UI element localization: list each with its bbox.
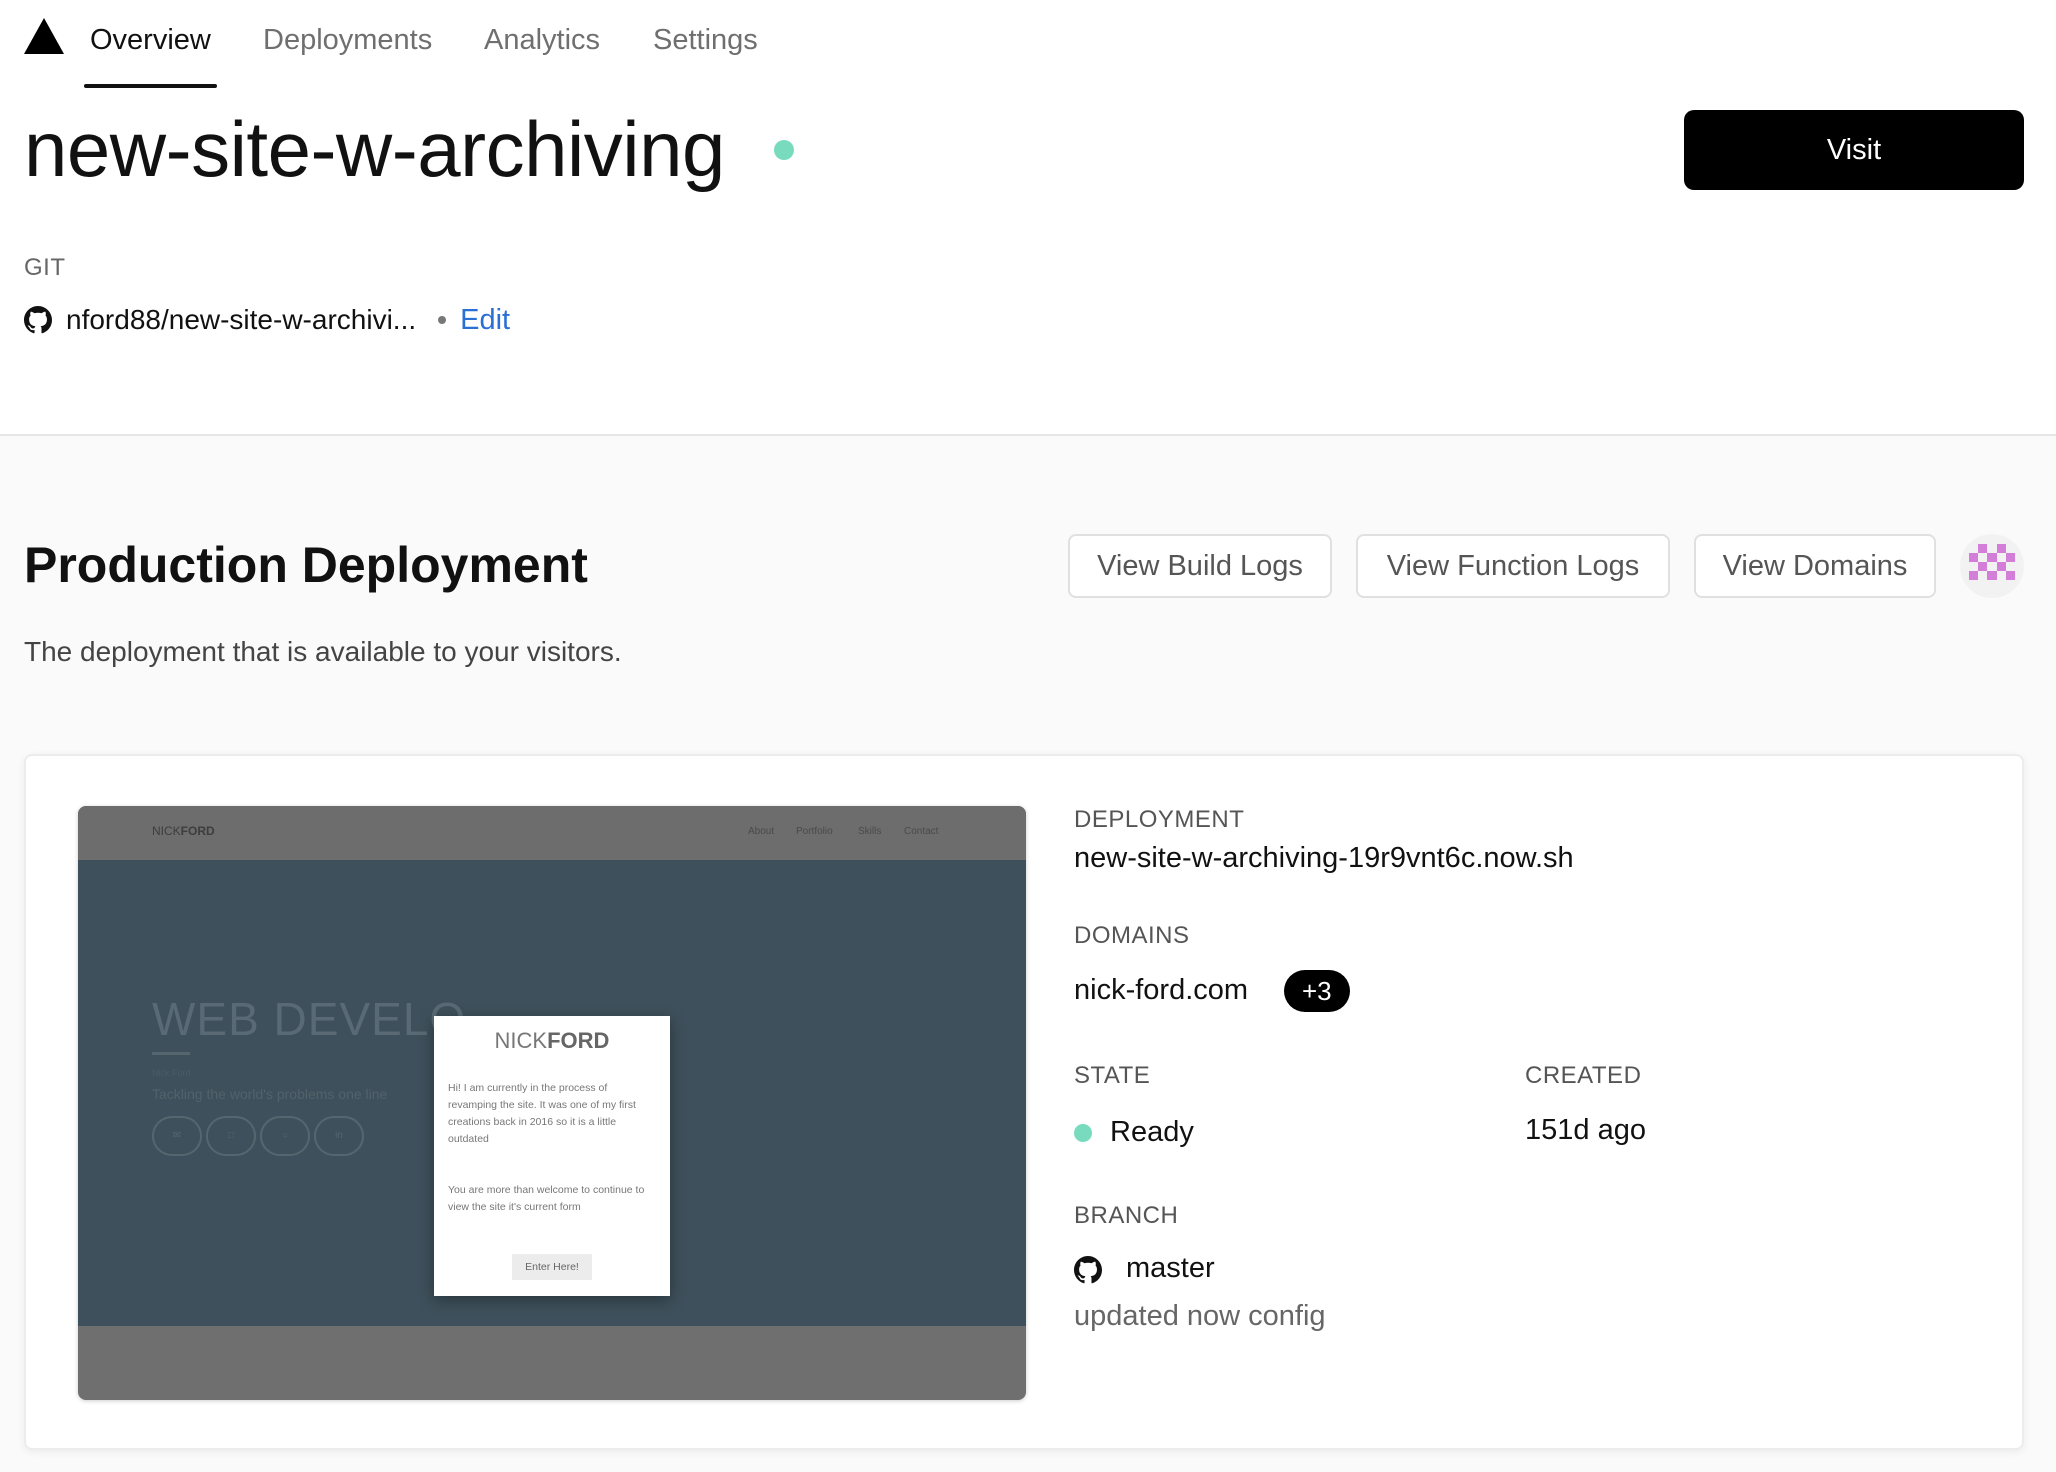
project-header: new-site-w-archiving Visit GIT nford88/n…: [0, 88, 2056, 436]
preview-nav-link: Contact: [904, 826, 939, 837]
preview-doc-icon: □: [206, 1116, 256, 1156]
git-label: GIT: [24, 254, 66, 281]
preview-brand: NICKFORD: [152, 824, 215, 838]
preview-navbar: NICKFORD About Portfolio Skills Contact: [78, 806, 1026, 860]
deployment-url-link[interactable]: new-site-w-archiving-19r9vnt6c.now.sh: [1074, 842, 1574, 875]
preview-modal-button: Enter Here!: [512, 1254, 592, 1280]
domain-link[interactable]: nick-ford.com: [1074, 974, 1248, 1007]
preview-nav-link: Portfolio: [796, 826, 833, 837]
preview-modal-title: NICKFORD: [494, 1028, 610, 1053]
preview-nav-link: Skills: [858, 826, 882, 837]
created-value: 151d ago: [1525, 1114, 1646, 1146]
deployment-label: DEPLOYMENT: [1074, 806, 1245, 833]
user-avatar[interactable]: [1960, 534, 2024, 598]
vercel-logo-icon[interactable]: [24, 18, 64, 54]
tab-settings[interactable]: Settings: [653, 0, 758, 88]
production-deployment-card: NICKFORD About Portfolio Skills Contact …: [24, 754, 2024, 1450]
preview-mail-icon: ✉: [152, 1116, 202, 1156]
preview-modal-text: Hi! I am currently in the process of rev…: [448, 1082, 636, 1145]
state-value: Ready: [1110, 1116, 1194, 1148]
git-repo-row: nford88/new-site-w-archivi... Edit: [24, 300, 510, 340]
view-function-logs-button[interactable]: View Function Logs: [1356, 534, 1670, 598]
edit-git-link[interactable]: Edit: [460, 304, 510, 337]
project-status-dot: [774, 140, 794, 160]
identicon-icon: [1969, 544, 2015, 580]
git-repo-link[interactable]: nford88/new-site-w-archivi...: [66, 304, 416, 336]
commit-message: updated now config: [1074, 1300, 1326, 1332]
tab-overview[interactable]: Overview: [84, 0, 217, 88]
branch-link[interactable]: master: [1126, 1252, 1215, 1285]
preview-nav-link: About: [748, 826, 775, 837]
visit-button[interactable]: Visit: [1684, 110, 2024, 190]
preview-linkedin-icon: in: [314, 1116, 364, 1156]
preview-hero-underline: [152, 1052, 190, 1055]
preview-modal-text: You are more than welcome to continue to…: [448, 1184, 645, 1213]
preview-hero: WEB DEVELO Nick Ford Tackling the world'…: [78, 860, 1026, 1326]
preview-hero-tagline: Tackling the world's problems one line: [152, 1086, 388, 1102]
preview-modal: NICKFORD Hi! I am currently in the proce…: [434, 1016, 670, 1296]
preview-github-icon: ○: [260, 1116, 310, 1156]
production-deployment-title: Production Deployment: [24, 537, 588, 593]
github-icon: [24, 306, 52, 334]
project-title: new-site-w-archiving: [24, 105, 725, 193]
preview-hero-small: Nick Ford: [152, 1068, 191, 1078]
separator-dot: [438, 316, 447, 324]
domains-label: DOMAINS: [1074, 922, 1190, 949]
more-domains-badge[interactable]: +3: [1284, 970, 1350, 1012]
branch-label: BRANCH: [1074, 1202, 1179, 1229]
preview-social-icons: ✉ □ ○ in: [152, 1116, 364, 1156]
deployment-preview-screenshot[interactable]: NICKFORD About Portfolio Skills Contact …: [78, 806, 1026, 1400]
state-ready-dot: [1074, 1124, 1092, 1142]
top-navigation: Overview Deployments Analytics Settings: [0, 0, 2056, 88]
tab-deployments[interactable]: Deployments: [263, 0, 432, 88]
view-build-logs-button[interactable]: View Build Logs: [1068, 534, 1332, 598]
production-deployment-description: The deployment that is available to your…: [24, 636, 622, 667]
tab-analytics[interactable]: Analytics: [484, 0, 600, 88]
state-label: STATE: [1074, 1062, 1151, 1089]
created-label: CREATED: [1525, 1062, 1642, 1089]
view-domains-button[interactable]: View Domains: [1694, 534, 1936, 598]
preview-hero-title: WEB DEVELO: [152, 993, 467, 1045]
github-icon: [1074, 1256, 1102, 1284]
